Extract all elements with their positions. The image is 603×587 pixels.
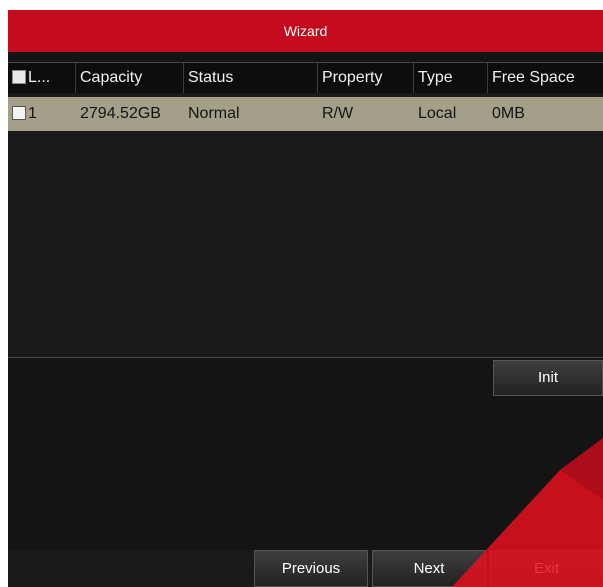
previous-button[interactable]: Previous bbox=[254, 550, 368, 587]
table-header: L... Capacity Status Property Type Free … bbox=[8, 63, 603, 93]
window-title: Wizard bbox=[8, 10, 603, 52]
column-header-free-space[interactable]: Free Space bbox=[488, 63, 603, 93]
column-header-property[interactable]: Property bbox=[318, 63, 414, 93]
property-cell: R/W bbox=[322, 105, 354, 122]
footer-bar: Previous Next Exit bbox=[8, 550, 603, 587]
table-row[interactable]: 1 2794.52GB Normal R/W Local 0MB bbox=[8, 97, 603, 131]
exit-button[interactable]: Exit bbox=[490, 550, 603, 587]
row-checkbox[interactable] bbox=[12, 105, 26, 120]
free-space-cell: 0MB bbox=[492, 105, 525, 122]
column-header-status[interactable]: Status bbox=[184, 63, 318, 93]
column-header-capacity[interactable]: Capacity bbox=[76, 63, 184, 93]
select-all-checkbox[interactable] bbox=[12, 69, 26, 84]
type-cell: Local bbox=[418, 105, 457, 122]
disk-table: L... Capacity Status Property Type Free … bbox=[8, 62, 603, 358]
column-header-type[interactable]: Type bbox=[414, 63, 488, 93]
column-header-label[interactable]: L... bbox=[8, 63, 76, 93]
wizard-window: Wizard L... Capacity Status Property Typ… bbox=[8, 10, 603, 587]
row-label-cell: 1 bbox=[8, 97, 76, 131]
init-button[interactable]: Init bbox=[493, 360, 603, 396]
capacity-cell: 2794.52GB bbox=[80, 105, 161, 122]
status-cell: Normal bbox=[188, 105, 240, 122]
next-button[interactable]: Next bbox=[372, 550, 486, 587]
